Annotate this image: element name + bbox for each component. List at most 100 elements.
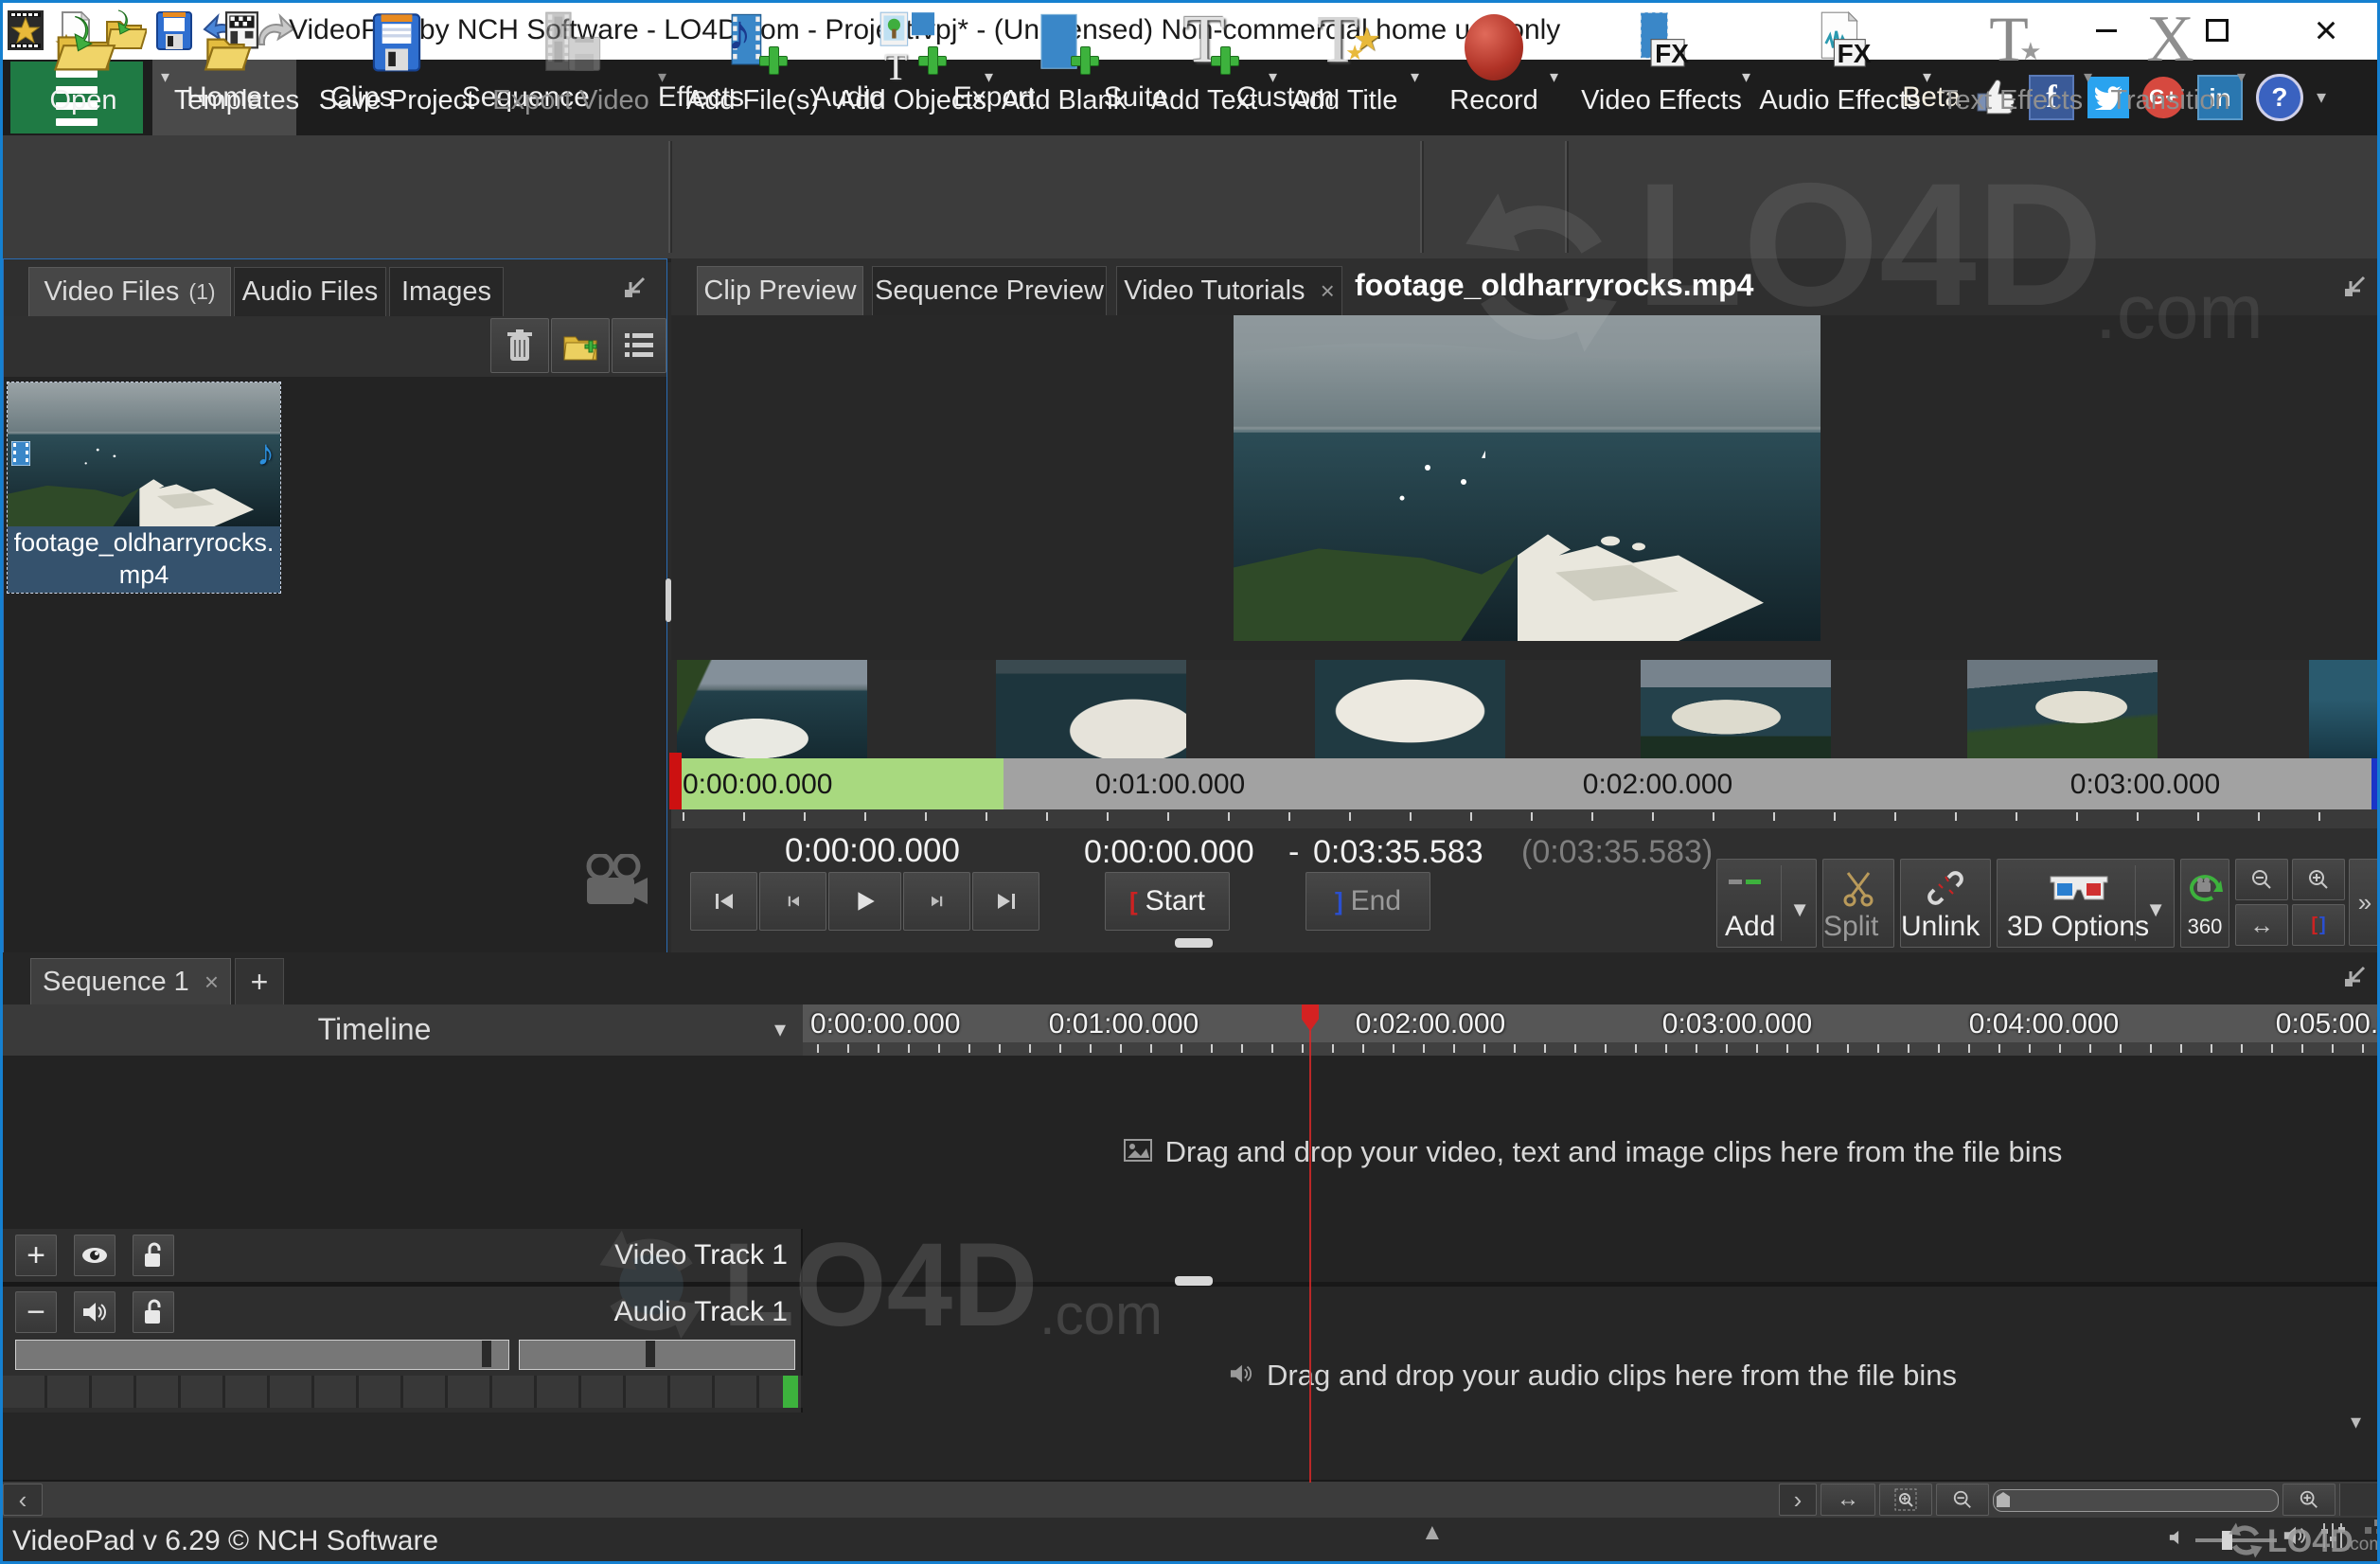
remove-track-button[interactable]: −	[15, 1291, 57, 1333]
scroll-right-button[interactable]: ›	[1779, 1484, 1817, 1516]
timeline-zoom-in-button[interactable]	[2282, 1484, 2336, 1516]
pan-slider[interactable]	[519, 1340, 795, 1370]
text-icon: T	[884, 48, 907, 86]
pin-icon[interactable]	[621, 273, 649, 301]
text-effects-icon: T★	[1980, 10, 2046, 80]
sequence-ruler[interactable]: 0:00:00.000 0:01:00.000 0:02:00.000 0:03…	[803, 1004, 2380, 1042]
list-view-button[interactable]	[612, 318, 666, 373]
go-to-start-button[interactable]	[690, 872, 757, 931]
add-folder-button[interactable]	[551, 318, 610, 373]
track-lock-button[interactable]	[133, 1235, 174, 1276]
video-effects-dropdown-icon[interactable]: ▾	[1742, 67, 1750, 87]
add-title-button[interactable]: T★★ Add Title ▾	[1275, 7, 1413, 122]
clip-thumbnail[interactable]: ♪ footage_oldharryrocks. mp4	[8, 382, 280, 593]
volume-low-icon[interactable]	[2167, 1527, 2186, 1553]
previous-frame-button[interactable]	[759, 872, 826, 931]
audio-drop-message: Drag and drop your audio clips here from…	[803, 1359, 2380, 1393]
audio-effects-dropdown-icon[interactable]: ▾	[1923, 67, 1931, 87]
add-files-button[interactable]: ♪ Add File(s)	[677, 7, 828, 122]
video-effects-button[interactable]: FX Video Effects ▾	[1576, 7, 1747, 122]
clip-filmstrip[interactable]	[671, 660, 2380, 758]
360-video-button[interactable]: 360	[2180, 859, 2229, 948]
set-end-button[interactable]: ]End	[1305, 872, 1430, 931]
add-text-button[interactable]: T Add Text ▾	[1137, 7, 1271, 122]
3d-options-button[interactable]: 3D Options ▼	[1997, 859, 2175, 948]
zoom-to-selection-button[interactable]	[1879, 1484, 1932, 1516]
timeline-zoom-out-button[interactable]	[1936, 1484, 1989, 1516]
add-blank-button[interactable]: Add Blank	[995, 7, 1133, 122]
open-icon	[50, 10, 116, 80]
scroll-left-button[interactable]: ‹	[3, 1484, 43, 1516]
expand-panel-icon[interactable]: ▲	[1421, 1521, 1444, 1544]
pin-icon[interactable]	[2341, 962, 2370, 990]
volume-slider[interactable]	[15, 1340, 509, 1370]
add-track-button[interactable]: +	[15, 1235, 57, 1276]
audio-track-lane[interactable]: − Audio Track 1 Drag and drop your audio…	[3, 1287, 2380, 1483]
close-button[interactable]: ×	[2297, 9, 2355, 52]
timeline-zoom-slider[interactable]	[1993, 1489, 2279, 1512]
new-sequence-tab[interactable]: +	[235, 958, 284, 1004]
bin-tab-row: Video Files (1) Audio Files Images	[4, 259, 666, 316]
3d-dropdown-icon[interactable]: ▼	[2145, 898, 2166, 922]
ribbon-toolbar	[3, 135, 2377, 262]
add-to-sequence-button[interactable]: Add ▼	[1716, 859, 1817, 948]
record-button[interactable]: Record ▾	[1428, 7, 1560, 122]
tab-video-files[interactable]: Video Files (1)	[28, 267, 231, 316]
next-frame-button[interactable]	[903, 872, 970, 931]
mixer-icon[interactable]	[2318, 1521, 2347, 1555]
timeline-dropdown-icon[interactable]: ▾	[774, 1016, 786, 1043]
selection-brackets-button[interactable]: []	[2292, 904, 2345, 946]
lane-options-icon[interactable]: ▾	[2351, 1412, 2361, 1432]
close-tab-icon[interactable]: ×	[1321, 276, 1335, 306]
unlink-button[interactable]: Unlink	[1900, 859, 1991, 948]
video-track-lane[interactable]: Drag and drop your video, text and image…	[3, 1056, 2380, 1282]
timeline-header[interactable]: Timeline ▾	[3, 1004, 803, 1057]
zoom-slider-thumb[interactable]	[1997, 1492, 2010, 1507]
set-start-button[interactable]: [Start	[1105, 872, 1230, 931]
tab-sequence-preview[interactable]: Sequence Preview	[872, 266, 1107, 315]
clip-scrub-bar[interactable]: 0:00:00.000 0:01:00.000 0:02:00.000 0:03…	[671, 758, 2380, 809]
add-title-dropdown-icon[interactable]: ▾	[1411, 67, 1419, 87]
clip-out-marker[interactable]	[2371, 758, 2380, 809]
open-button[interactable]: Open ▾	[12, 7, 154, 122]
fit-timeline-button[interactable]: ↔	[1821, 1484, 1875, 1516]
zoom-out-button[interactable]	[2235, 859, 2288, 900]
clip-in-marker[interactable]	[669, 753, 682, 809]
chevron-down-icon[interactable]: ▾	[2317, 88, 2326, 107]
track-visibility-button[interactable]	[74, 1235, 115, 1276]
zoom-in-button[interactable]	[2292, 859, 2345, 900]
close-tab-icon[interactable]: ×	[204, 968, 219, 997]
tab-video-tutorials[interactable]: Video Tutorials×	[1116, 266, 1342, 315]
track-mute-button[interactable]	[74, 1291, 115, 1333]
tab-images[interactable]: Images	[389, 267, 504, 316]
delete-file-button[interactable]	[490, 318, 549, 373]
templates-button[interactable]: Templates	[162, 7, 311, 122]
record-dropdown-icon[interactable]: ▾	[1550, 67, 1558, 87]
expand-controls-button[interactable]: »	[2349, 859, 2380, 946]
fit-width-button[interactable]: ↔	[2235, 904, 2288, 946]
tab-clip-preview[interactable]: Clip Preview	[697, 266, 863, 315]
file-bin-panel: Video Files (1) Audio Files Images ♪ foo…	[3, 258, 667, 954]
tab-sequence-1[interactable]: Sequence 1×	[30, 958, 231, 1004]
tab-audio-files[interactable]: Audio Files	[234, 267, 386, 316]
filmstrip-frame	[1967, 660, 2158, 758]
add-objects-dropdown-icon[interactable]: ▾	[985, 67, 993, 87]
track-lock-button[interactable]	[133, 1291, 174, 1333]
add-objects-button[interactable]: T Add Objects ▾	[832, 7, 991, 122]
play-button[interactable]	[828, 872, 901, 931]
master-volume-slider[interactable]	[2195, 1538, 2277, 1542]
save-project-button[interactable]: Save Project	[317, 7, 476, 122]
volume-high-icon[interactable]	[2282, 1523, 2307, 1553]
3d-glasses-icon	[2049, 871, 2109, 910]
plus-icon	[1071, 46, 1099, 75]
go-to-end-button[interactable]	[972, 872, 1039, 931]
audio-effects-button[interactable]: FX Audio Effects ▾	[1752, 7, 1927, 122]
add-dropdown-icon[interactable]: ▼	[1789, 898, 1810, 922]
timeline-label: Timeline	[3, 1012, 746, 1047]
track-splitter-handle[interactable]	[1175, 1276, 1213, 1286]
pin-icon[interactable]	[2341, 272, 2370, 300]
horizontal-splitter-handle[interactable]	[1175, 938, 1213, 948]
volume-slider-thumb[interactable]	[2222, 1531, 2232, 1550]
playhead-line[interactable]	[1309, 1004, 1311, 1483]
help-icon[interactable]: ?	[2256, 74, 2303, 121]
